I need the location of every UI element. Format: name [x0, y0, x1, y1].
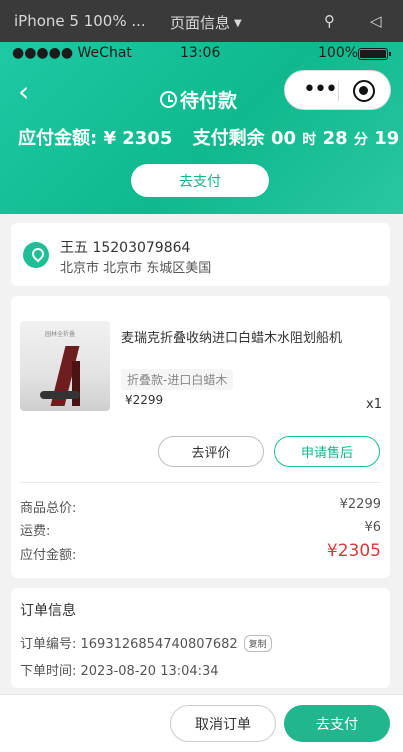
devtools-bar: iPhone 5 100% ... 页面信息 ▼ ⚲ ◁ — [0, 0, 403, 42]
thumb-frame-2 — [72, 361, 80, 406]
payment-summary-line: 应付金额: ¥ 2305 支付剩余 00 时 28 分 19 秒 — [18, 124, 403, 150]
countdown-seconds: 19 — [374, 128, 400, 149]
speaker-icon[interactable]: ◁ — [370, 12, 382, 30]
countdown-hours: 00 — [270, 128, 296, 149]
clock-icon — [160, 91, 177, 108]
header-pay-button[interactable]: 去支付 — [131, 164, 269, 197]
pin-icon[interactable]: ⚲ — [324, 12, 335, 30]
carrier-label: ●●●●● WeChat — [12, 45, 132, 61]
order-number: 订单编号: 1693126854740807682 — [20, 637, 238, 652]
hours-unit: 时 — [302, 132, 317, 148]
payable-amount: ¥ 2305 — [103, 128, 173, 149]
aftersale-button[interactable]: 申请售后 — [274, 436, 380, 467]
close-target-icon[interactable] — [353, 80, 375, 102]
page-title: 待付款 — [160, 86, 237, 113]
shipping-row: 运费: ¥6 — [20, 520, 381, 539]
caret-down-icon: ▼ — [234, 18, 242, 29]
thumb-seat — [40, 391, 80, 399]
order-number-row: 订单编号: 1693126854740807682 复制 — [20, 633, 272, 652]
payable-row: 应付金额: ¥2305 — [20, 541, 381, 563]
page-title-text: 待付款 — [180, 90, 238, 112]
location-pin-icon — [23, 242, 49, 268]
payable-label: 应付金额: — [18, 128, 98, 149]
goods-total-label: 商品总价: — [20, 501, 77, 516]
minutes-unit: 分 — [353, 132, 368, 148]
battery-percent: 100% — [318, 45, 359, 61]
product-spec: 折叠款-进口白蜡木 — [121, 369, 234, 390]
footer-pay-button[interactable]: 去支付 — [284, 705, 390, 742]
product-name[interactable]: 麦瑞克折叠收纳进口白蜡木水阻划船机 — [121, 327, 342, 346]
order-info-title: 订单信息 — [20, 603, 76, 619]
copy-button[interactable]: 复制 — [243, 635, 272, 652]
bottom-action-bar: 取消订单 去支付 — [0, 694, 403, 752]
battery-icon — [358, 48, 391, 60]
address-card[interactable]: 王五 15203079864 北京市 北京市 东城区美国 — [11, 223, 390, 286]
payable-row-value: ¥2305 — [326, 541, 381, 561]
review-button[interactable]: 去评价 — [158, 436, 264, 467]
order-time: 下单时间: 2023-08-20 13:04:34 — [20, 664, 219, 679]
more-dots-icon[interactable]: ••• — [303, 79, 338, 101]
shipping-label: 运费: — [20, 524, 51, 539]
back-arrow-icon[interactable]: ‹ — [18, 78, 29, 106]
status-bar: ●●●●● WeChat 13:06 100% — [0, 42, 403, 66]
countdown-minutes: 28 — [322, 128, 348, 149]
clock-time: 13:06 — [180, 45, 221, 61]
recipient-name-phone: 王五 15203079864 — [60, 240, 191, 256]
capsule-divider — [338, 81, 339, 101]
page-info-dropdown[interactable]: 页面信息 ▼ — [170, 12, 242, 33]
product-quantity: x1 — [366, 397, 382, 412]
order-header: ●●●●● WeChat 13:06 100% ‹ 待付款 ••• 应付金额: … — [0, 42, 403, 214]
order-info-card: 订单信息 订单编号: 1693126854740807682 复制 下单时间: 2… — [11, 588, 390, 688]
product-thumbnail[interactable]: 园林全折叠 — [20, 321, 110, 411]
order-goods-card: 园林全折叠 麦瑞克折叠收纳进口白蜡木水阻划船机 折叠款-进口白蜡木 ¥2299 … — [11, 296, 390, 578]
recipient-address: 北京市 北京市 东城区美国 — [60, 261, 212, 276]
miniprogram-capsule: ••• — [284, 70, 391, 110]
shipping-value: ¥6 — [364, 520, 381, 535]
product-price: ¥2299 — [125, 393, 164, 407]
remaining-label: 支付剩余 — [192, 128, 265, 149]
device-selector[interactable]: iPhone 5 100% ... — [14, 12, 146, 30]
thumbnail-caption: 园林全折叠 — [45, 331, 76, 338]
goods-total-row: 商品总价: ¥2299 — [20, 497, 381, 516]
goods-total-value: ¥2299 — [339, 497, 381, 512]
cancel-order-button[interactable]: 取消订单 — [170, 705, 276, 742]
divider — [20, 482, 381, 483]
payable-row-label: 应付金额: — [20, 548, 77, 563]
